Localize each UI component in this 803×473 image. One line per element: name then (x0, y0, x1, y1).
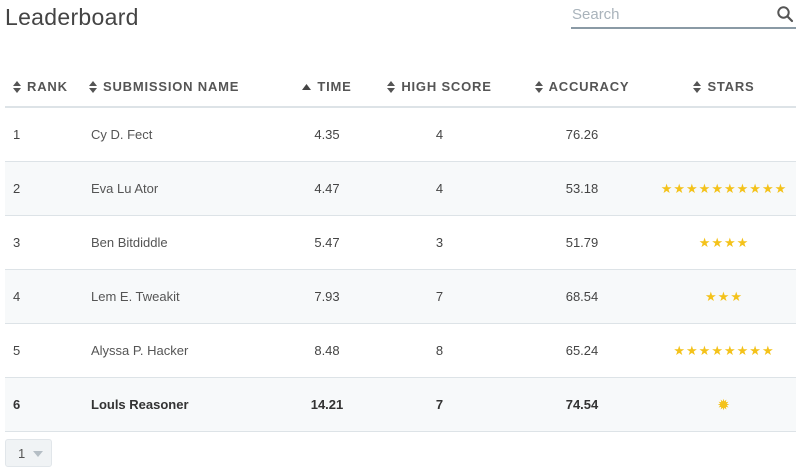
cell-rank: 4 (5, 269, 81, 324)
cell-time: 5.47 (287, 215, 367, 270)
cell-rank: 2 (5, 161, 81, 216)
page-select[interactable]: 1 (5, 439, 52, 467)
sort-icon (693, 81, 702, 94)
cell-stars: ★★★★★★★★ (652, 323, 796, 378)
cell-accuracy: 74.54 (512, 377, 652, 432)
cell-high-score: 8 (367, 323, 512, 378)
cell-rank: 1 (5, 107, 81, 162)
column-header-name[interactable]: SUBMISSION NAME (81, 66, 287, 108)
table-body: 1 Cy D. Fect 4.35 4 76.26 2 Eva Lu Ator 4.47 4 53… (5, 107, 796, 432)
column-header-label: RANK (27, 78, 68, 94)
column-header-label: STARS (707, 78, 755, 94)
page-number: 1 (18, 446, 26, 461)
header-row: RANK SUBMISSION NAME TIME HIGH SCORE ACCURAC… (5, 66, 796, 108)
chevron-down-icon (33, 451, 43, 457)
column-header-accuracy[interactable]: ACCURACY (512, 66, 652, 108)
cell-name: Cy D. Fect (81, 107, 287, 162)
table-row[interactable]: 6 Louls Reasoner 14.21 7 74.54 ✹ (5, 377, 796, 432)
cell-accuracy: 76.26 (512, 107, 652, 162)
star-rating: ★★★ (705, 288, 743, 304)
cell-high-score: 7 (367, 269, 512, 324)
star-rating: ★★★★★★★★ (673, 342, 775, 358)
cell-accuracy: 53.18 (512, 161, 652, 216)
search-input[interactable] (572, 4, 762, 24)
cell-name: Eva Lu Ator (81, 161, 287, 216)
sort-ascending-icon (302, 84, 312, 91)
sort-icon (387, 81, 396, 94)
column-header-label: HIGH SCORE (401, 78, 492, 94)
search-icon[interactable] (776, 5, 794, 23)
column-header-time[interactable]: TIME (287, 66, 367, 108)
cell-stars: ✹ (652, 377, 796, 432)
sort-icon (534, 81, 543, 94)
cell-high-score: 3 (367, 215, 512, 270)
cell-high-score: 4 (367, 107, 512, 162)
star-rating: ★★★★ (698, 234, 750, 250)
cell-stars: ★★★★ (652, 215, 796, 270)
search-box[interactable] (571, 3, 796, 29)
table-row[interactable]: 1 Cy D. Fect 4.35 4 76.26 (5, 107, 796, 162)
column-header-label: TIME (317, 78, 352, 94)
cell-name: Lem E. Tweakit (81, 269, 287, 324)
cell-stars: ★★★★★★★★★★ (652, 161, 796, 216)
cell-name: Louls Reasoner (81, 377, 287, 432)
cell-time: 14.21 (287, 377, 367, 432)
cell-stars (652, 107, 796, 162)
column-header-label: ACCURACY (548, 78, 630, 94)
cell-stars: ★★★ (652, 269, 796, 324)
column-header-rank[interactable]: RANK (5, 66, 81, 108)
cell-name: Alyssa P. Hacker (81, 323, 287, 378)
cell-rank: 5 (5, 323, 81, 378)
page-title: Leaderboard (5, 4, 139, 30)
table-row[interactable]: 5 Alyssa P. Hacker 8.48 8 65.24 ★★★★★★★★ (5, 323, 796, 378)
cell-accuracy: 51.79 (512, 215, 652, 270)
table-row[interactable]: 2 Eva Lu Ator 4.47 4 53.18 ★★★★★★★★★★ (5, 161, 796, 216)
cell-rank: 6 (5, 377, 81, 432)
sort-icon (89, 81, 97, 94)
table-row[interactable]: 4 Lem E. Tweakit 7.93 7 68.54 ★★★ (5, 269, 796, 324)
cell-time: 4.47 (287, 161, 367, 216)
column-header-stars[interactable]: STARS (652, 66, 796, 108)
cell-name: Ben Bitdiddle (81, 215, 287, 270)
star-rating: ★★★★★★★★★★ (660, 180, 788, 196)
cell-high-score: 4 (367, 161, 512, 216)
star-rating: ✹ (717, 396, 731, 414)
cell-accuracy: 68.54 (512, 269, 652, 324)
cell-rank: 3 (5, 215, 81, 270)
table-row[interactable]: 3 Ben Bitdiddle 5.47 3 51.79 ★★★★ (5, 215, 796, 270)
cell-time: 4.35 (287, 107, 367, 162)
leaderboard-table: RANK SUBMISSION NAME TIME HIGH SCORE ACCURAC… (5, 66, 796, 432)
cell-high-score: 7 (367, 377, 512, 432)
cell-time: 8.48 (287, 323, 367, 378)
column-header-high-score[interactable]: HIGH SCORE (367, 66, 512, 108)
cell-accuracy: 65.24 (512, 323, 652, 378)
column-header-label: SUBMISSION NAME (103, 78, 240, 94)
cell-time: 7.93 (287, 269, 367, 324)
sort-icon (13, 81, 21, 94)
